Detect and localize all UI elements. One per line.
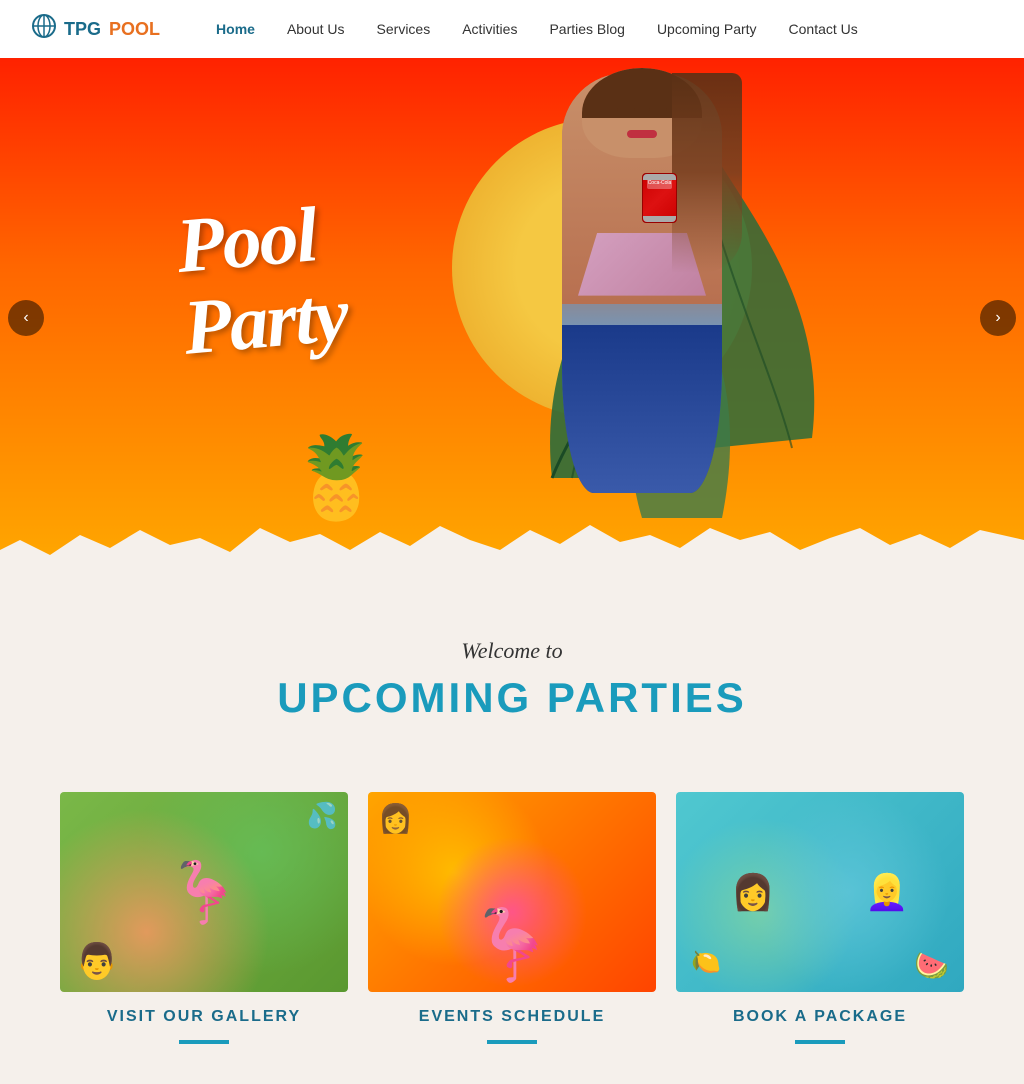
nav-contact[interactable]: Contact Us	[773, 0, 874, 58]
package-card-image: 👩 👱‍♀️ 🍉 🍋	[676, 792, 964, 992]
events-card[interactable]: 🦩 👩 EVENTS SCHEDULE	[368, 792, 656, 1044]
logo-pool-text: POOL	[109, 19, 160, 40]
package-lemon-icon: 🍋	[691, 948, 721, 977]
welcome-section: Welcome to UPCOMING PARTIES	[0, 578, 1024, 762]
nav-services[interactable]: Services	[361, 0, 447, 58]
torn-edge-decoration	[0, 520, 1024, 578]
hero-next-button[interactable]: ›	[980, 300, 1016, 336]
events-flamingo-icon: 🦩	[468, 905, 555, 987]
nav-home[interactable]: Home	[200, 0, 271, 58]
pineapple-decoration: 🍍	[287, 438, 387, 518]
package-woman1-icon: 👩	[731, 872, 775, 913]
package-woman2-icon: 👱‍♀️	[865, 872, 909, 913]
logo-tpg-text: TPG	[64, 19, 101, 40]
hero-prev-button[interactable]: ‹	[8, 300, 44, 336]
package-card-underline	[795, 1040, 845, 1044]
main-nav: Home About Us Services Activities Partie…	[200, 0, 874, 58]
gallery-card-underline	[179, 1040, 229, 1044]
gallery-card-title: VISIT OUR GALLERY	[60, 1008, 348, 1026]
gallery-card[interactable]: 🦩 👨 💦 VISIT OUR GALLERY	[60, 792, 348, 1044]
person-figure: Coca-Cola	[542, 73, 742, 523]
logo-icon	[30, 12, 58, 46]
hero-section: Coca-Cola Pool Party 🍍 ‹ ›	[0, 58, 1024, 578]
gallery-card-image: 🦩 👨 💦	[60, 792, 348, 992]
gallery-flamingo-icon: 🦩	[167, 857, 242, 928]
package-card[interactable]: 👩 👱‍♀️ 🍉 🍋 BOOK A PACKAGE	[676, 792, 964, 1044]
package-watermelon-icon: 🍉	[914, 949, 949, 982]
gallery-water-icon: 💦	[307, 802, 338, 831]
hero-pool-party-text: Pool Party	[173, 191, 350, 368]
welcome-subtitle: Welcome to	[20, 638, 1004, 664]
header: TPG POOL Home About Us Services Activiti…	[0, 0, 1024, 58]
events-card-image: 🦩 👩	[368, 792, 656, 992]
nav-activities[interactable]: Activities	[446, 0, 533, 58]
events-card-title: EVENTS SCHEDULE	[368, 1008, 656, 1026]
gallery-person-icon: 👨	[75, 941, 119, 982]
upcoming-parties-title: UPCOMING PARTIES	[20, 674, 1004, 722]
package-card-title: BOOK A PACKAGE	[676, 1008, 964, 1026]
events-person-icon: 👩	[378, 802, 413, 835]
events-card-underline	[487, 1040, 537, 1044]
logo[interactable]: TPG POOL	[30, 12, 160, 46]
cards-section: 🦩 👨 💦 VISIT OUR GALLERY 🦩 👩 EVENTS SCHED…	[0, 762, 1024, 1084]
nav-parties-blog[interactable]: Parties Blog	[533, 0, 640, 58]
nav-upcoming-party[interactable]: Upcoming Party	[641, 0, 773, 58]
nav-about[interactable]: About Us	[271, 0, 361, 58]
